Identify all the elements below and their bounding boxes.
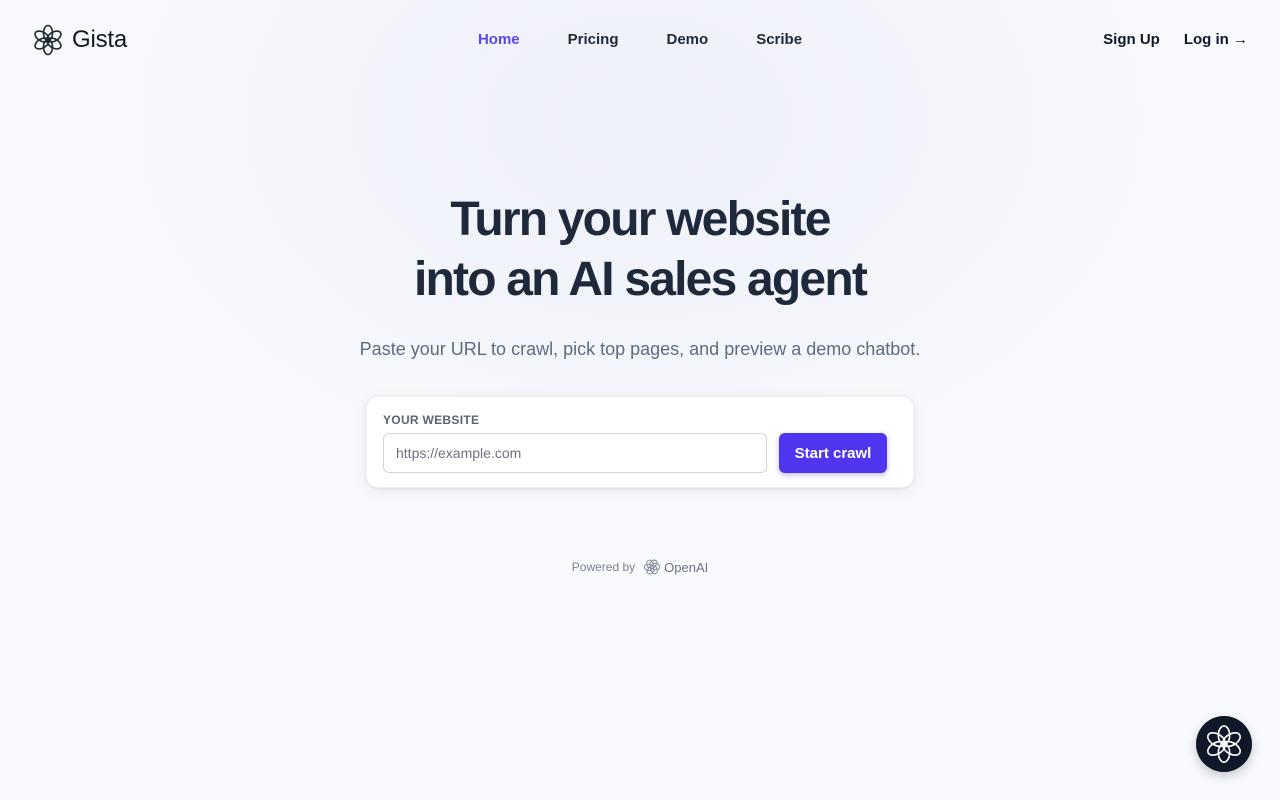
site-header: Gista Home Pricing Demo Scribe Sign Up L…: [0, 0, 1280, 80]
brand-logo[interactable]: Gista: [32, 24, 127, 56]
start-crawl-button[interactable]: Start crawl: [779, 433, 887, 473]
brand-name: Gista: [72, 26, 128, 53]
nav-scribe[interactable]: Scribe: [756, 30, 802, 50]
openai-brand: OpenAI: [643, 558, 708, 576]
nav-demo[interactable]: Demo: [667, 30, 709, 50]
openai-icon: [644, 559, 661, 575]
crawl-form-card: YOUR WEBSITE Start crawl: [366, 396, 914, 488]
login-link[interactable]: Log in →: [1184, 30, 1248, 50]
powered-by-text: Powered by: [571, 560, 636, 574]
signup-link[interactable]: Sign Up: [1103, 30, 1160, 50]
nav-home[interactable]: Home: [478, 30, 520, 50]
openai-name: OpenAI: [664, 559, 709, 575]
hero-title-line-1: Turn your website: [450, 193, 831, 246]
website-url-input[interactable]: [383, 433, 767, 473]
hero-subtitle: Paste your URL to crawl, pick top pages,…: [359, 339, 921, 359]
chat-widget-button[interactable]: [1196, 716, 1252, 772]
powered-by: Powered by OpenAI: [0, 558, 1280, 576]
nav-pricing[interactable]: Pricing: [568, 30, 619, 50]
main-nav: Home Pricing Demo Scribe: [0, 30, 1280, 50]
website-label: YOUR WEBSITE: [383, 413, 480, 427]
hero-title: Turn your website into an AI sales agent: [0, 190, 1280, 310]
hero-section: Turn your website into an AI sales agent…: [0, 190, 1280, 362]
auth-links: Sign Up Log in →: [1103, 30, 1248, 50]
hero-title-line-2: into an AI sales agent: [413, 253, 868, 306]
flower-logo-icon: [1207, 725, 1241, 763]
flower-logo-icon: [34, 24, 62, 56]
